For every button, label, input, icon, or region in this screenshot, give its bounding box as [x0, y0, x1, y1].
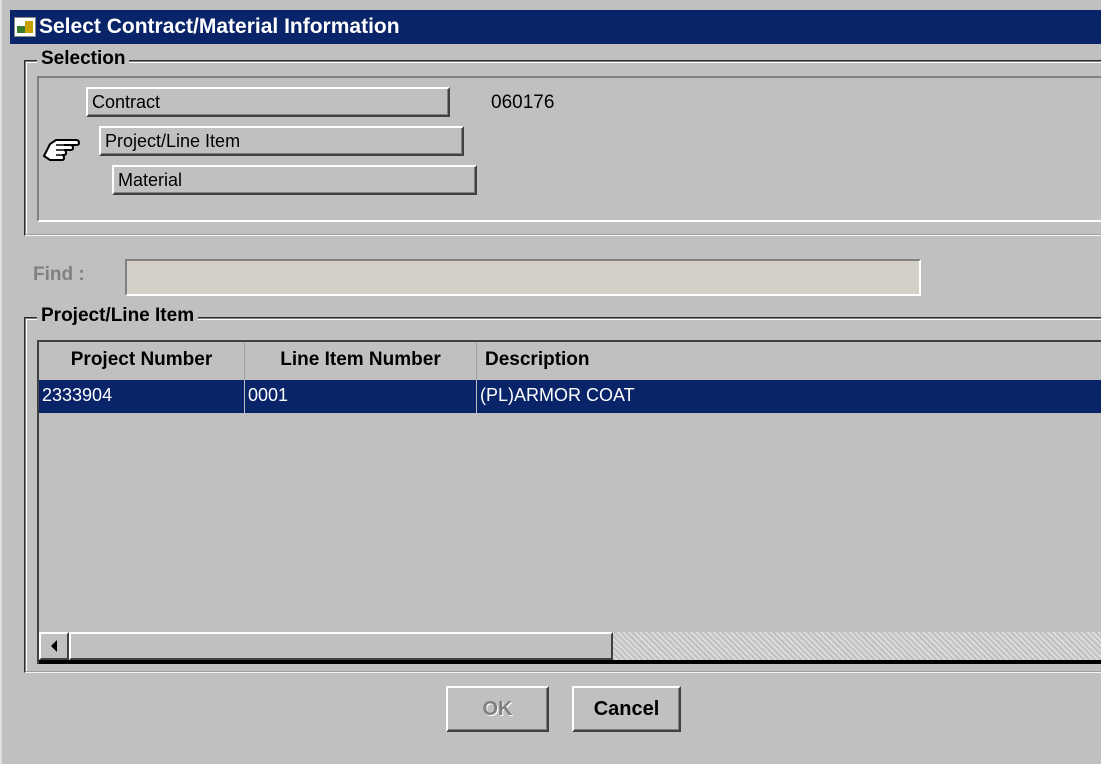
arrow-left-icon	[51, 640, 57, 652]
window-title: Select Contract/Material Information	[39, 15, 400, 38]
contract-button[interactable]: Contract	[86, 87, 450, 117]
dialog-window: Select Contract/Material Information Sel…	[0, 0, 1101, 764]
horizontal-scrollbar[interactable]	[39, 632, 1101, 664]
cell-project-number: 2333904	[39, 380, 245, 413]
project-line-item-grid[interactable]: Project Number Line Item Number Descript…	[37, 340, 1101, 664]
grid-header: Project Number Line Item Number Descript…	[39, 342, 1101, 380]
app-icon	[14, 17, 36, 37]
cancel-button[interactable]: Cancel	[572, 686, 681, 732]
find-input[interactable]	[125, 259, 921, 296]
contract-value: 060176	[491, 92, 555, 113]
selection-legend: Selection	[37, 48, 130, 70]
ok-button[interactable]: OK	[446, 686, 549, 732]
hand-pointing-right-icon	[42, 139, 81, 161]
cell-line-item-number: 0001	[245, 380, 477, 413]
column-header-line-item-number[interactable]: Line Item Number	[245, 342, 477, 380]
material-button[interactable]: Material	[112, 165, 477, 195]
column-header-description[interactable]: Description	[477, 342, 1101, 380]
find-label: Find :	[33, 264, 85, 285]
column-header-project-number[interactable]: Project Number	[39, 342, 245, 380]
cell-description: (PL)ARMOR COAT	[480, 385, 635, 405]
title-bar[interactable]: Select Contract/Material Information	[10, 10, 1101, 44]
project-line-item-legend: Project/Line Item	[37, 305, 199, 327]
scroll-thumb[interactable]	[69, 632, 613, 660]
table-row[interactable]: 2333904 0001 (PL)ARMOR COAT	[39, 380, 1101, 413]
project-line-item-button[interactable]: Project/Line Item	[99, 126, 464, 156]
scroll-left-button[interactable]	[39, 632, 69, 660]
